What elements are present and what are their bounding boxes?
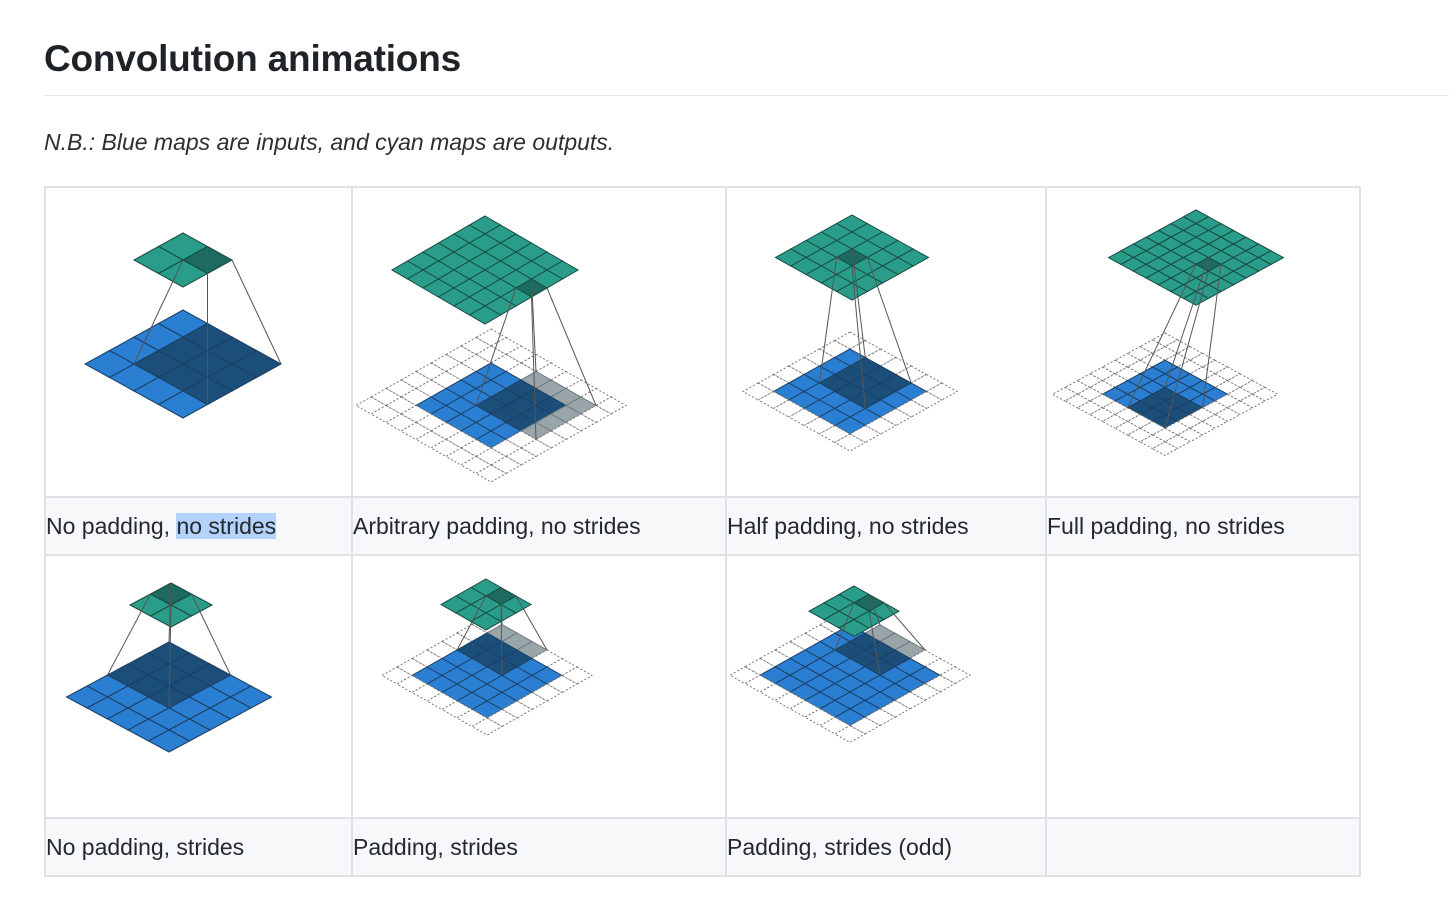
full-padding-no-strides-figure bbox=[1051, 209, 1285, 456]
animation-padding-strides-odd[interactable] bbox=[725, 554, 1047, 819]
empty-cell bbox=[1045, 554, 1361, 819]
caption-empty bbox=[1045, 817, 1361, 877]
animation-no-padding-no-strides[interactable] bbox=[44, 186, 353, 498]
half-padding-no-strides-figure bbox=[741, 214, 959, 452]
caption-half-padding-no-strides: Half padding, no strides bbox=[725, 496, 1047, 556]
animation-half-padding-no-strides[interactable] bbox=[725, 186, 1047, 498]
caption-no-padding-strides: No padding, strides bbox=[44, 817, 353, 877]
convolution-animations-table: No padding, no strides Arbitrary padding… bbox=[44, 186, 1361, 877]
page-title: Convolution animations bbox=[44, 38, 461, 79]
padding-strides-figure bbox=[380, 578, 594, 736]
arbitrary-padding-no-strides-figure bbox=[354, 215, 628, 483]
caption-full-padding-no-strides: Full padding, no strides bbox=[1045, 496, 1361, 556]
heading-divider bbox=[44, 95, 1449, 96]
selected-text: no strides bbox=[176, 512, 277, 539]
caption-padding-strides: Padding, strides bbox=[351, 817, 727, 877]
animation-arbitrary-padding-no-strides[interactable] bbox=[351, 186, 727, 498]
animation-no-padding-strides[interactable] bbox=[44, 554, 353, 819]
animation-padding-strides[interactable] bbox=[351, 554, 727, 819]
padding-strides-odd-figure bbox=[728, 585, 972, 743]
no-padding-no-strides-figure bbox=[83, 232, 283, 419]
animation-full-padding-no-strides[interactable] bbox=[1045, 186, 1361, 498]
caption-arbitrary-padding-no-strides: Arbitrary padding, no strides bbox=[351, 496, 727, 556]
no-padding-strides-figure bbox=[65, 582, 273, 753]
caption-no-padding-no-strides: No padding, no strides bbox=[44, 496, 353, 556]
caption-padding-strides-odd: Padding, strides (odd) bbox=[725, 817, 1047, 877]
caption-text: No padding, bbox=[46, 512, 177, 539]
note-text: N.B.: Blue maps are inputs, and cyan map… bbox=[44, 129, 615, 155]
